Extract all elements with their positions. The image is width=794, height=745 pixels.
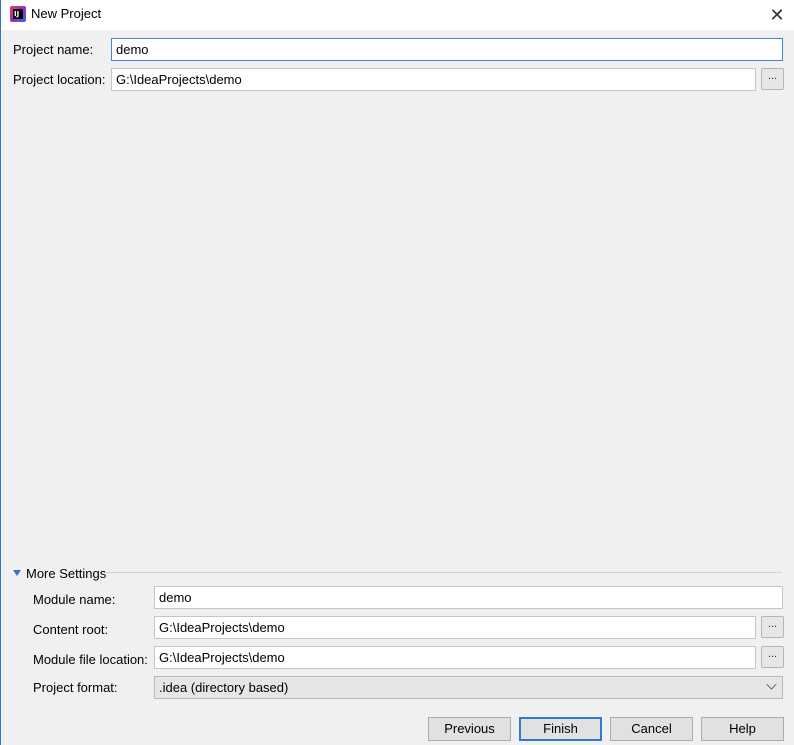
expand-triangle-icon[interactable] <box>13 570 21 576</box>
new-project-dialog: IJ New Project ✕ Project name: demo Proj… <box>0 0 794 745</box>
content-root-label: Content root: <box>33 622 109 637</box>
chevron-down-icon <box>766 679 777 690</box>
previous-button[interactable]: Previous <box>428 717 511 741</box>
help-button[interactable]: Help <box>701 717 784 741</box>
window-title: New Project <box>31 6 102 21</box>
close-icon[interactable]: ✕ <box>766 4 788 26</box>
intellij-idea-icon: IJ <box>10 6 26 22</box>
module-name-label: Module name: <box>33 592 116 607</box>
project-name-label: Project name: <box>13 42 94 57</box>
cancel-button[interactable]: Cancel <box>610 717 693 741</box>
finish-button[interactable]: Finish <box>519 717 602 741</box>
content-root-input[interactable]: G:\IdeaProjects\demo <box>154 616 756 639</box>
module-name-input[interactable]: demo <box>154 586 783 609</box>
project-format-value: .idea (directory based) <box>159 680 289 695</box>
title-bar: IJ New Project ✕ <box>1 0 794 30</box>
project-format-select[interactable]: .idea (directory based) <box>154 676 783 699</box>
more-settings-toggle[interactable]: More Settings <box>26 566 106 581</box>
project-location-input[interactable]: G:\IdeaProjects\demo <box>111 68 756 91</box>
module-file-location-browse-button[interactable]: ... <box>761 646 784 668</box>
project-name-input[interactable]: demo <box>111 38 783 61</box>
content-root-browse-button[interactable]: ... <box>761 616 784 638</box>
module-file-location-label: Module file location: <box>33 652 148 667</box>
project-location-label: Project location: <box>13 72 106 87</box>
project-location-browse-button[interactable]: ... <box>761 68 784 90</box>
module-file-location-input[interactable]: G:\IdeaProjects\demo <box>154 646 756 669</box>
divider <box>105 572 782 573</box>
project-format-label: Project format: <box>33 680 118 695</box>
